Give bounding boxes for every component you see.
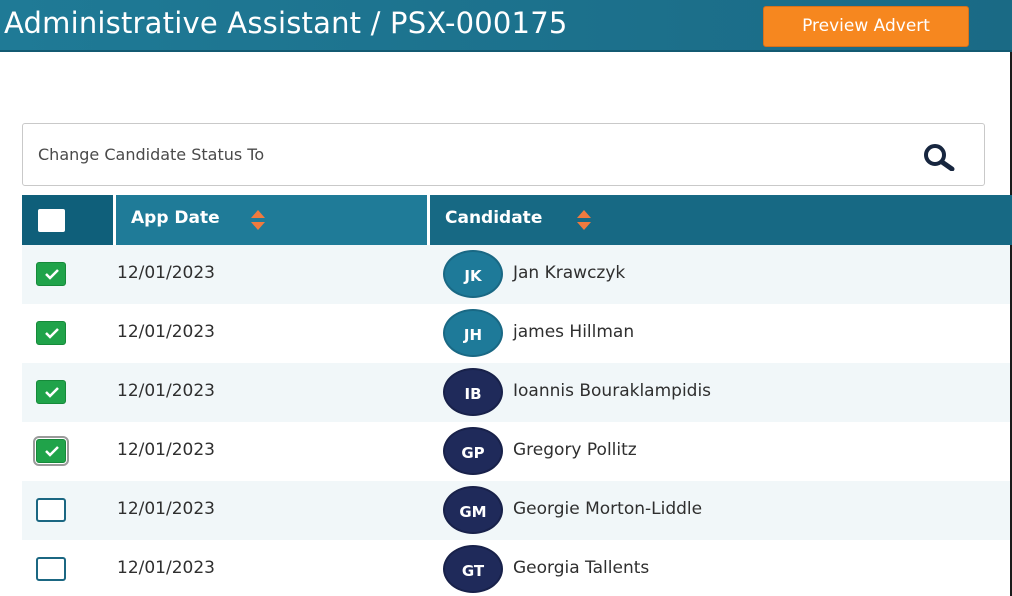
row-checkbox[interactable]: [36, 262, 66, 286]
app-date: 12/01/2023: [117, 440, 215, 460]
row-checkbox[interactable]: [36, 557, 66, 581]
candidate-name[interactable]: james Hillman: [513, 322, 634, 342]
candidate-name[interactable]: Georgia Tallents: [513, 558, 649, 578]
candidate-name[interactable]: Gregory Pollitz: [513, 440, 637, 460]
column-candidate[interactable]: Candidate: [430, 195, 1012, 245]
avatar: IB: [443, 368, 503, 416]
column-label: App Date: [131, 208, 220, 228]
sort-icon[interactable]: [250, 209, 266, 231]
candidate-name[interactable]: Georgie Morton-Liddle: [513, 499, 702, 519]
app-date: 12/01/2023: [117, 381, 215, 401]
checkmark-icon: [45, 446, 59, 457]
page-header: Administrative Assistant / PSX-000175 Pr…: [0, 0, 1012, 52]
table-header: App Date Candidate: [22, 195, 1012, 245]
avatar: JH: [443, 309, 503, 357]
row-checkbox[interactable]: [36, 498, 66, 522]
select-all-checkbox[interactable]: [38, 209, 65, 232]
avatar: GM: [443, 486, 503, 534]
table-row[interactable]: 12/01/2023 GP Gregory Pollitz: [22, 422, 1010, 481]
search-input[interactable]: Change Candidate Status To: [38, 145, 264, 164]
table-row[interactable]: 12/01/2023 IB Ioannis Bouraklampidis: [22, 363, 1010, 422]
page-title: Administrative Assistant / PSX-000175: [4, 6, 568, 40]
header-select-column: [22, 195, 113, 245]
table-row[interactable]: 12/01/2023 GM Georgie Morton-Liddle: [22, 481, 1010, 540]
candidate-name[interactable]: Ioannis Bouraklampidis: [513, 381, 711, 401]
avatar: GT: [443, 545, 503, 593]
column-label: Candidate: [445, 208, 543, 228]
app-date: 12/01/2023: [117, 322, 215, 342]
row-checkbox[interactable]: [36, 380, 66, 404]
table-row[interactable]: 12/01/2023 GT Georgia Tallents: [22, 540, 1010, 596]
candidate-name[interactable]: Jan Krawczyk: [513, 263, 625, 283]
column-app-date[interactable]: App Date: [116, 195, 427, 245]
avatar: JK: [443, 250, 503, 298]
avatar: GP: [443, 427, 503, 475]
table-row[interactable]: 12/01/2023 JK Jan Krawczyk: [22, 245, 1010, 304]
search-icon[interactable]: [922, 143, 956, 171]
sort-icon[interactable]: [576, 209, 592, 231]
checkmark-icon: [45, 269, 59, 280]
app-date: 12/01/2023: [117, 558, 215, 578]
row-checkbox[interactable]: [36, 321, 66, 345]
app-date: 12/01/2023: [117, 499, 215, 519]
table-row[interactable]: 12/01/2023 JH james Hillman: [22, 304, 1010, 363]
checkmark-icon: [45, 328, 59, 339]
app-date: 12/01/2023: [117, 263, 215, 283]
candidate-status-search[interactable]: Change Candidate Status To: [22, 123, 985, 186]
preview-advert-button[interactable]: Preview Advert: [763, 6, 969, 47]
checkmark-icon: [45, 387, 59, 398]
row-checkbox[interactable]: [33, 436, 69, 466]
